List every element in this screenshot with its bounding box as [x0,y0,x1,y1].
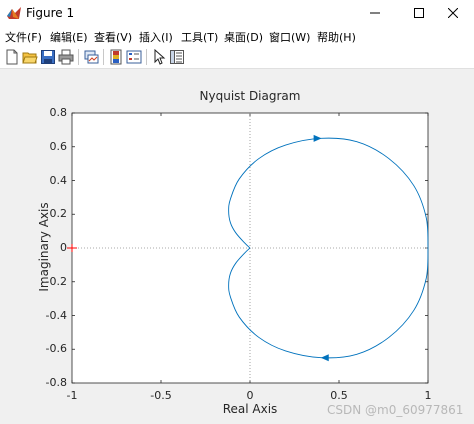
y-tick-label: 0.2 [49,207,68,221]
y-tick-label: 0.6 [49,139,68,153]
x-tick-label: 1 [424,389,432,402]
x-tick-label: 0.5 [330,389,348,402]
x-tick-label: -1 [66,389,78,402]
plot-canvas [67,112,429,384]
x-tick-label: 0 [246,389,254,402]
plot-title: Nyquist Diagram [199,89,301,103]
y-tick-label: 0.4 [49,173,68,187]
y-tick-label: 0.8 [49,106,68,119]
y-tick-label: 0 [60,241,67,254]
watermark: CSDN @m0_60977861 [327,403,464,417]
y-tick-label: -0.4 [45,308,67,322]
y-tick-label: -0.2 [45,274,67,288]
y-tick-label: -0.8 [45,376,67,389]
x-tick-label: -0.5 [150,389,172,402]
figure-window: Figure 1 文件(F) 编辑(E) 查看(V) 插入(I) 工具(T) 桌… [0,0,474,424]
y-tick-label: -0.6 [45,342,67,356]
